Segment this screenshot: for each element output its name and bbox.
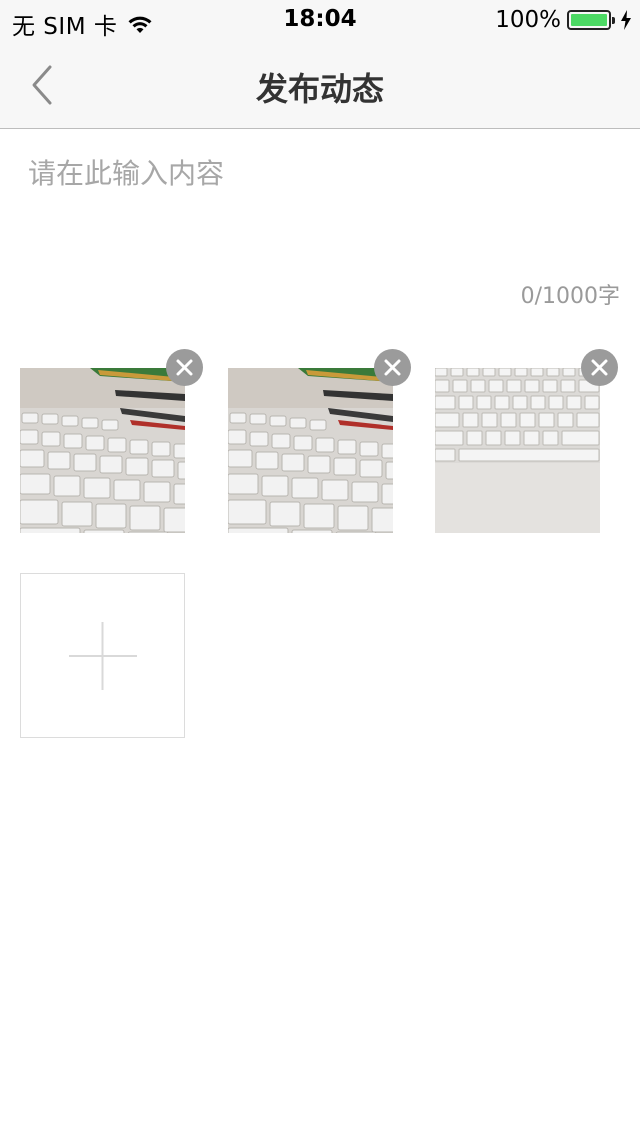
navigation-bar: 发布动态 [0, 40, 640, 129]
charging-bolt-icon [621, 10, 631, 30]
content-input[interactable]: 请在此输入内容 [28, 152, 618, 262]
add-photo-button[interactable] [20, 573, 185, 738]
status-bar: 无 SIM 卡 18:04 100% [0, 0, 640, 40]
status-right: 100% [495, 7, 632, 33]
keyboard-photo-image [228, 368, 393, 533]
close-icon [591, 359, 608, 376]
battery-percent: 100% [495, 7, 561, 33]
close-icon [176, 359, 193, 376]
photo-thumbnail-2[interactable] [228, 368, 393, 533]
battery-fill [571, 14, 607, 26]
keyboard-photo-image [435, 368, 600, 533]
battery-icon [567, 10, 615, 30]
remove-photo-button-1[interactable] [166, 349, 203, 386]
battery-tip [612, 17, 615, 24]
remove-photo-button-2[interactable] [374, 349, 411, 386]
close-icon [384, 359, 401, 376]
page-title: 发布动态 [255, 70, 384, 108]
remove-photo-button-3[interactable] [581, 349, 618, 386]
keyboard-photo-image [20, 368, 185, 533]
photo-thumbnail-3[interactable] [435, 368, 600, 533]
char-counter: 0/1000字 [520, 284, 620, 309]
publish-post-screen: 无 SIM 卡 18:04 100% 发布动态 请在此输入内容 0/1000字 [0, 0, 640, 1136]
photo-thumbnail-1[interactable] [20, 368, 185, 533]
plus-icon [69, 622, 137, 690]
